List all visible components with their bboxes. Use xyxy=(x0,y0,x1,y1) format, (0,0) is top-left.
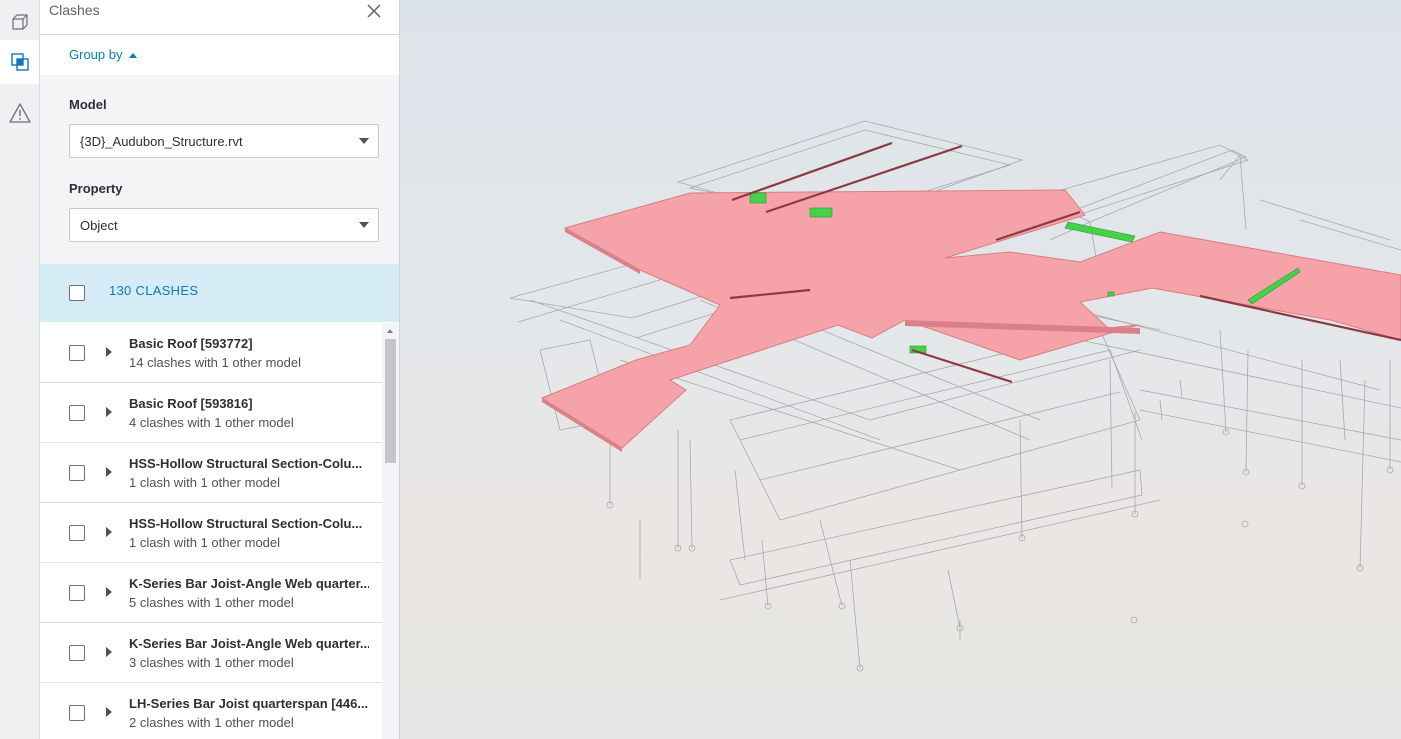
property-select-value: Object xyxy=(80,218,118,233)
group-by-row: Group by xyxy=(40,35,399,75)
expand-arrow-icon[interactable] xyxy=(106,467,112,477)
clash-item-subtitle: 1 clash with 1 other model xyxy=(129,475,281,490)
row-checkbox[interactable] xyxy=(69,465,85,481)
clash-item-subtitle: 1 clash with 1 other model xyxy=(129,535,281,550)
row-checkbox[interactable] xyxy=(69,705,85,721)
list-item[interactable]: Basic Roof [593772] 14 clashes with 1 ot… xyxy=(40,323,382,383)
row-checkbox[interactable] xyxy=(69,525,85,541)
model-cube-icon xyxy=(9,11,31,33)
row-checkbox[interactable] xyxy=(69,645,85,661)
list-item[interactable]: HSS-Hollow Structural Section-Colu... 1 … xyxy=(40,443,382,503)
panel-title: Clashes xyxy=(49,2,100,18)
list-item[interactable]: K-Series Bar Joist-Angle Web quarter... … xyxy=(40,623,382,683)
list-item[interactable]: K-Series Bar Joist-Angle Web quarter... … xyxy=(40,563,382,623)
group-by-toggle[interactable]: Group by xyxy=(69,47,138,62)
clash-summary-row: 130 CLASHES xyxy=(40,264,399,322)
expand-arrow-icon[interactable] xyxy=(106,587,112,597)
clashing-roof-slab xyxy=(540,189,1401,452)
clash-item-title: HSS-Hollow Structural Section-Colu... xyxy=(129,516,363,531)
model-select[interactable]: {3D}_Audubon_Structure.rvt xyxy=(69,124,379,158)
expand-arrow-icon[interactable] xyxy=(106,347,112,357)
group-by-label: Group by xyxy=(69,47,123,62)
model-viewer-canvas[interactable] xyxy=(400,0,1401,739)
left-toolbar xyxy=(0,0,40,739)
issues-button[interactable] xyxy=(0,91,39,135)
scroll-up-icon[interactable] xyxy=(387,329,393,333)
clashes-panel: Clashes Group by Model {3D}_Audubon_Stru… xyxy=(40,0,400,739)
clash-item-title: Basic Roof [593816] xyxy=(129,396,253,411)
clash-item-title: K-Series Bar Joist-Angle Web quarter... xyxy=(129,576,369,591)
property-label: Property xyxy=(69,181,123,196)
clash-item-subtitle: 3 clashes with 1 other model xyxy=(129,655,294,670)
expand-arrow-icon[interactable] xyxy=(106,647,112,657)
chevron-down-icon xyxy=(359,222,369,228)
model-browser-button[interactable] xyxy=(0,0,39,44)
row-checkbox[interactable] xyxy=(69,405,85,421)
clash-list: Basic Roof [593772] 14 clashes with 1 ot… xyxy=(40,323,382,739)
clash-item-title: HSS-Hollow Structural Section-Colu... xyxy=(129,456,363,471)
clashes-overlap-icon xyxy=(9,51,31,73)
expand-arrow-icon[interactable] xyxy=(106,527,112,537)
close-icon[interactable] xyxy=(365,2,383,20)
scroll-thumb[interactable] xyxy=(385,339,396,463)
clash-item-title: Basic Roof [593772] xyxy=(129,336,253,351)
list-scrollbar[interactable] xyxy=(382,323,399,739)
list-item[interactable]: Basic Roof [593816] 4 clashes with 1 oth… xyxy=(40,383,382,443)
expand-arrow-icon[interactable] xyxy=(106,707,112,717)
row-checkbox[interactable] xyxy=(69,585,85,601)
building-3d-model xyxy=(509,120,1401,672)
group-by-filters: Model {3D}_Audubon_Structure.rvt Propert… xyxy=(40,75,399,264)
clash-count: 130 CLASHES xyxy=(109,283,199,298)
caret-up-icon xyxy=(128,47,138,62)
model-label: Model xyxy=(69,97,107,112)
chevron-down-icon xyxy=(359,138,369,144)
expand-arrow-icon[interactable] xyxy=(106,407,112,417)
warning-triangle-icon xyxy=(8,102,32,124)
clash-item-subtitle: 4 clashes with 1 other model xyxy=(129,415,294,430)
app-root: Clashes Group by Model {3D}_Audubon_Stru… xyxy=(0,0,1401,739)
clash-item-subtitle: 2 clashes with 1 other model xyxy=(129,715,294,730)
panel-header: Clashes xyxy=(40,0,399,35)
clashes-button[interactable] xyxy=(0,40,39,84)
clash-item-title: K-Series Bar Joist-Angle Web quarter... xyxy=(129,636,369,651)
list-item[interactable]: HSS-Hollow Structural Section-Colu... 1 … xyxy=(40,503,382,563)
model-select-value: {3D}_Audubon_Structure.rvt xyxy=(80,134,243,149)
clash-item-subtitle: 14 clashes with 1 other model xyxy=(129,355,301,370)
select-all-checkbox[interactable] xyxy=(69,285,85,301)
clash-item-subtitle: 5 clashes with 1 other model xyxy=(129,595,294,610)
clash-item-title: LH-Series Bar Joist quarterspan [446... xyxy=(129,696,369,711)
property-select[interactable]: Object xyxy=(69,208,379,242)
list-item[interactable]: LH-Series Bar Joist quarterspan [446... … xyxy=(40,683,382,739)
row-checkbox[interactable] xyxy=(69,345,85,361)
